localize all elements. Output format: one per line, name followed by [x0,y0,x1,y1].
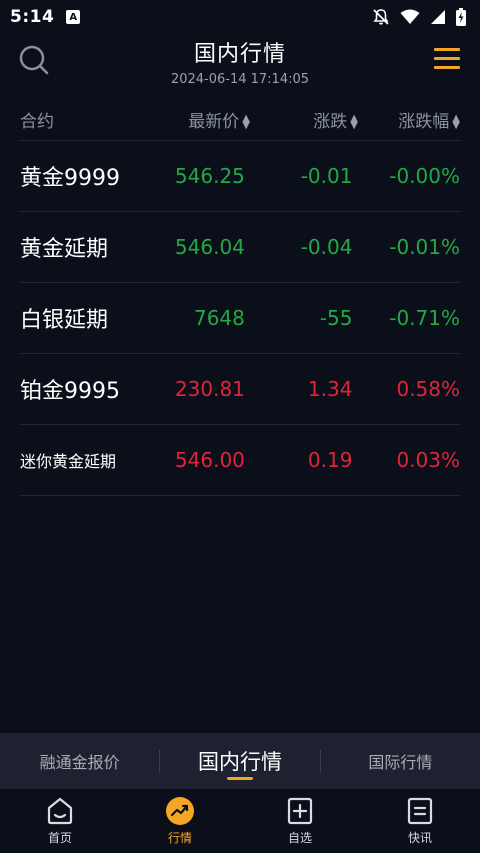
tab-news-flash[interactable]: 快讯 [360,789,480,853]
latest-price: 546.25 [174,164,245,188]
signal-icon [431,10,445,24]
latest-price: 546.00 [174,448,245,472]
quote-list: 黄金9999 546.25 -0.01 -0.00% 黄金延期 546.04 -… [20,141,460,496]
menu-icon-line [434,66,460,69]
price-change: 0.19 [307,448,353,472]
column-latest-price-label: 最新价 [188,111,240,132]
trend-icon [166,797,194,825]
menu-button[interactable] [434,48,460,70]
price-change-pct: 0.03% [396,448,461,472]
battery-icon [456,8,466,26]
status-bar: 5:14 A [0,0,480,34]
tab-news-flash-label: 快讯 [407,831,432,845]
price-change-pct: 0.58% [396,377,461,401]
market-subtabs: 融通金报价 国内行情 国际行情 [0,733,480,789]
table-row[interactable]: 白银延期 7648 -55 -0.71% [20,283,460,354]
tab-home-label: 首页 [47,831,72,845]
header: 国内行情 2024-06-14 17:14:05 [0,34,480,98]
column-change[interactable]: 涨跌 ▲ ▼ [250,107,358,132]
contract-name: 迷你黄金延期 [20,452,117,471]
news-icon [407,797,433,825]
price-change: 1.34 [307,377,353,401]
latest-price: 546.04 [174,235,245,259]
add-square-icon [287,797,313,825]
price-change: -0.01 [300,164,353,188]
column-change-pct-label: 涨跌幅 [398,111,450,132]
notification-icon: A [66,10,81,24]
table-row[interactable]: 铂金9995 230.81 1.34 0.58% [20,354,460,425]
notifications-muted-icon [373,9,389,25]
price-change-pct: -0.71% [389,306,461,330]
wifi-icon [400,9,420,24]
table-row[interactable]: 迷你黄金延期 546.00 0.19 0.03% [20,425,460,496]
update-timestamp: 2024-06-14 17:14:05 [170,72,310,87]
tab-home[interactable]: 首页 [0,789,120,853]
contract-name: 黄金延期 [20,237,109,262]
latest-price: 230.81 [174,377,245,401]
column-change-pct[interactable]: 涨跌幅 ▲ ▼ [358,107,460,132]
tab-watchlist[interactable]: 自选 [240,789,360,853]
table-row[interactable]: 黄金9999 546.25 -0.01 -0.00% [20,141,460,212]
tab-market-label: 行情 [167,831,192,845]
contract-name: 铂金9995 [20,379,120,404]
home-icon [47,797,73,825]
sort-icon: ▲ ▼ [350,112,358,131]
price-change: -55 [319,306,353,330]
price-change-pct: -0.01% [389,235,461,259]
table-row[interactable]: 黄金延期 546.04 -0.04 -0.01% [20,212,460,283]
sort-icon: ▲ ▼ [242,112,250,131]
column-header-row: 合约 最新价 ▲ ▼ 涨跌 ▲ ▼ 涨跌幅 ▲ ▼ [20,98,460,141]
sort-icon: ▲ ▼ [452,112,460,131]
column-latest-price[interactable]: 最新价 ▲ ▼ [150,107,250,132]
price-change-pct: -0.00% [389,164,461,188]
column-change-label: 涨跌 [313,111,348,132]
latest-price: 7648 [193,306,245,330]
contract-name: 黄金9999 [20,166,120,191]
menu-icon-line [434,48,460,51]
price-change: -0.04 [300,235,353,259]
status-time: 5:14 [10,7,55,27]
column-contract: 合约 [20,111,54,132]
tab-international-market[interactable]: 国际行情 [321,733,480,789]
tab-market[interactable]: 行情 [120,789,240,853]
contract-name: 白银延期 [20,308,109,333]
bottom-tab-bar: 首页 行情 自选 快讯 [0,789,480,853]
tab-rongtong-quote[interactable]: 融通金报价 [0,733,159,789]
page-title: 国内行情 [193,42,286,67]
tab-watchlist-label: 自选 [287,831,312,845]
menu-icon-line [434,57,460,60]
tab-domestic-market[interactable]: 国内行情 [160,733,319,789]
